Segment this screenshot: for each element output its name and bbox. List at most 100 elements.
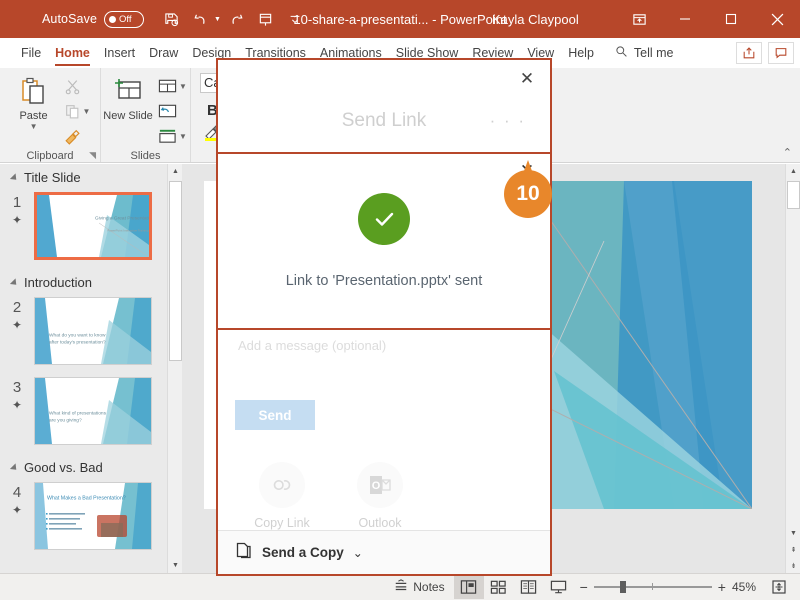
tell-me-label: Tell me bbox=[633, 46, 674, 60]
tab-draw[interactable]: Draw bbox=[142, 38, 185, 68]
section-header-introduction[interactable]: Introduction bbox=[0, 269, 182, 294]
section-header-title-slide[interactable]: Title Slide bbox=[0, 164, 182, 189]
animation-star-icon[interactable]: ✦ bbox=[12, 503, 22, 517]
redo-icon[interactable] bbox=[224, 6, 250, 32]
zoom-track[interactable] bbox=[593, 581, 712, 594]
autosave-toggle[interactable]: Off bbox=[104, 10, 145, 28]
paste-caret-icon[interactable]: ▼ bbox=[30, 123, 38, 131]
outlook-button[interactable]: O Outlook bbox=[342, 462, 418, 530]
slide-show-view-button[interactable] bbox=[544, 575, 574, 599]
badge-number: 10 bbox=[504, 170, 552, 218]
send-a-copy-label: Send a Copy bbox=[262, 545, 344, 560]
undo-icon[interactable] bbox=[187, 6, 213, 32]
slide-sorter-view-button[interactable] bbox=[484, 575, 514, 599]
send-button[interactable]: Send bbox=[235, 400, 315, 430]
fit-slide-icon[interactable] bbox=[764, 575, 794, 599]
maximize-icon[interactable] bbox=[708, 0, 754, 38]
slide-thumbnail-3[interactable]: What kind of presentations are you givin… bbox=[34, 377, 152, 445]
paste-icon bbox=[18, 74, 50, 110]
dialog-more-options-icon[interactable]: · · · bbox=[490, 111, 526, 131]
normal-view-button[interactable] bbox=[453, 575, 484, 599]
notes-button[interactable]: Notes bbox=[385, 574, 453, 600]
collapse-ribbon-icon[interactable]: ⌃ bbox=[783, 146, 792, 159]
scroll-up-icon[interactable]: ▲ bbox=[786, 164, 800, 179]
slide-thumbnail-row[interactable]: 3 ✦ What kind of presentations are you g… bbox=[0, 374, 182, 454]
minimize-icon[interactable] bbox=[662, 0, 708, 38]
scroll-down-icon[interactable]: ▼ bbox=[168, 558, 182, 573]
chevron-down-icon[interactable]: ⌄ bbox=[353, 546, 363, 560]
collapse-triangle-icon[interactable] bbox=[9, 462, 20, 473]
slide-area-scrollbar[interactable]: ▲ ▼ ⇞ ⇟ bbox=[785, 164, 800, 573]
scroll-down-icon[interactable]: ▼ bbox=[786, 526, 800, 541]
collapse-triangle-icon[interactable] bbox=[9, 172, 20, 183]
slide-thumbnail-row[interactable]: 2 ✦ What do you want to know after today… bbox=[0, 294, 182, 374]
comments-icon[interactable] bbox=[768, 42, 794, 64]
paste-label: Paste bbox=[19, 110, 48, 122]
outlook-label: Outlook bbox=[358, 516, 402, 530]
reading-view-button[interactable] bbox=[514, 575, 544, 599]
send-link-dialog[interactable]: ✕ Send Link · · · ✕ Link to 'Presentatio… bbox=[216, 58, 552, 576]
copy-link-button[interactable]: Copy Link bbox=[244, 462, 320, 530]
slide-thumbnail-row[interactable]: 1 ✦ Giving a Great Presentation PowerPoi… bbox=[0, 189, 182, 269]
share-icon[interactable] bbox=[736, 42, 762, 64]
slide-thumbnail-row[interactable]: 4 ✦ What Makes a Bad Presentation? bbox=[0, 479, 182, 559]
thumbnail-subtitle-text: PowerPoint Interactive Training bbox=[107, 229, 149, 233]
user-name[interactable]: Kayla Claypool bbox=[492, 12, 579, 27]
customize-qat-icon[interactable] bbox=[282, 6, 308, 32]
new-slide-button[interactable]: New Slide bbox=[102, 72, 154, 122]
clipboard-dialog-launcher-icon[interactable]: ◥ bbox=[89, 150, 96, 161]
slide-thumbnail-1[interactable]: Giving a Great Presentation PowerPoint I… bbox=[34, 192, 152, 260]
save-icon[interactable] bbox=[158, 6, 184, 32]
slide-thumbnail-4[interactable]: What Makes a Bad Presentation? bbox=[34, 482, 152, 550]
thumbnail-body-text: What do you want to know after today's p… bbox=[49, 332, 106, 345]
zoom-out-button[interactable]: − bbox=[580, 579, 588, 595]
slides-small-buttons: ▼ ▼ bbox=[156, 72, 189, 148]
collapse-triangle-icon[interactable] bbox=[9, 277, 20, 288]
copy-button[interactable]: ▼ bbox=[62, 99, 93, 123]
section-button[interactable]: ▼ bbox=[156, 124, 189, 148]
format-painter-button[interactable] bbox=[62, 124, 93, 148]
start-presentation-icon[interactable] bbox=[253, 6, 279, 32]
cut-button[interactable] bbox=[62, 74, 93, 98]
dialog-close-icon[interactable]: ✕ bbox=[516, 67, 538, 89]
previous-slide-icon[interactable]: ⇞ bbox=[786, 542, 800, 557]
scroll-up-icon[interactable]: ▲ bbox=[168, 164, 182, 179]
section-header-good-vs-bad[interactable]: Good vs. Bad bbox=[0, 454, 182, 479]
animation-star-icon[interactable]: ✦ bbox=[12, 213, 22, 227]
title-bar: AutoSave Off ▼ 10-share-a-presentati... … bbox=[0, 0, 800, 38]
animation-star-icon[interactable]: ✦ bbox=[12, 398, 22, 412]
slide-panel-scrollbar[interactable]: ▲ ▼ bbox=[167, 164, 182, 573]
tab-insert[interactable]: Insert bbox=[97, 38, 142, 68]
layout-button[interactable]: ▼ bbox=[156, 74, 189, 98]
ribbon-right-buttons bbox=[736, 42, 794, 64]
scrollbar-thumb[interactable] bbox=[787, 181, 800, 209]
slide-thumbnail-panel[interactable]: Title Slide 1 ✦ Giving a Great Presentat… bbox=[0, 164, 182, 573]
paste-button[interactable]: Paste ▼ bbox=[8, 72, 60, 131]
reset-button[interactable] bbox=[156, 99, 189, 123]
ribbon-display-options-icon[interactable] bbox=[616, 0, 662, 38]
message-input-area[interactable]: Add a message (optional) bbox=[218, 330, 550, 394]
autosave-knob bbox=[109, 15, 117, 23]
tab-home[interactable]: Home bbox=[48, 38, 97, 68]
zoom-in-button[interactable]: + bbox=[718, 579, 726, 595]
check-circle-icon bbox=[358, 193, 410, 245]
slide-thumbnail-2[interactable]: What do you want to know after today's p… bbox=[34, 297, 152, 365]
zoom-slider[interactable]: − + bbox=[574, 579, 732, 595]
undo-caret-icon[interactable]: ▼ bbox=[214, 16, 221, 23]
zoom-level-label[interactable]: 45% bbox=[732, 580, 764, 594]
autosave-label: AutoSave bbox=[42, 12, 98, 26]
tell-me-search[interactable]: Tell me bbox=[615, 45, 674, 61]
thumbnail-title-text: Giving a Great Presentation bbox=[94, 215, 152, 221]
next-slide-icon[interactable]: ⇟ bbox=[786, 558, 800, 573]
close-icon[interactable] bbox=[754, 0, 800, 38]
send-a-copy-row[interactable]: Send a Copy ⌄ bbox=[218, 530, 550, 574]
tab-help[interactable]: Help bbox=[561, 38, 601, 68]
zoom-handle[interactable] bbox=[619, 581, 626, 594]
tab-file[interactable]: File bbox=[14, 38, 48, 68]
scrollbar-thumb[interactable] bbox=[169, 181, 182, 361]
section-caret-icon[interactable]: ▼ bbox=[179, 132, 187, 141]
animation-star-icon[interactable]: ✦ bbox=[12, 318, 22, 332]
dialog-title-row: Send Link · · · bbox=[218, 96, 550, 146]
copy-caret-icon[interactable]: ▼ bbox=[83, 107, 91, 116]
layout-caret-icon[interactable]: ▼ bbox=[179, 82, 187, 91]
